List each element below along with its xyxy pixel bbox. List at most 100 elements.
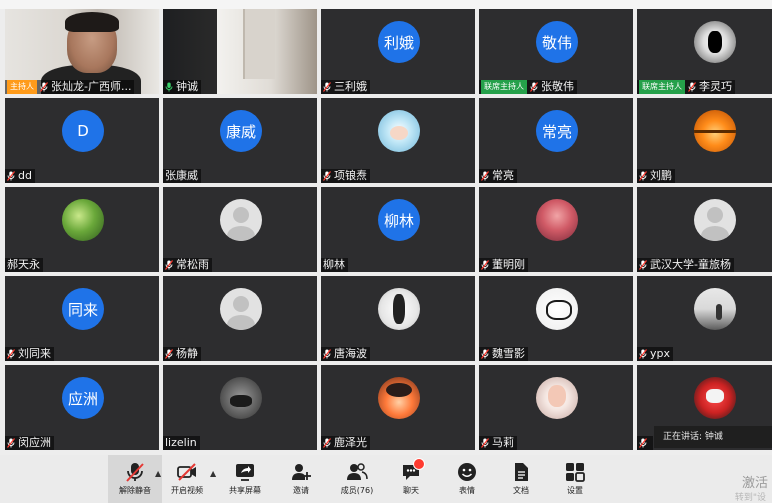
avatar-image bbox=[694, 21, 736, 63]
participant-namebar: 联席主持人 张敬伟 bbox=[479, 80, 577, 94]
invite-button[interactable]: 邀请 bbox=[274, 455, 328, 503]
cohost-badge: 联席主持人 bbox=[639, 80, 685, 94]
participant-name: 常亮 bbox=[492, 169, 514, 182]
mic-muted-icon bbox=[7, 349, 15, 359]
video-off-icon bbox=[176, 461, 198, 483]
avatar-image bbox=[378, 377, 420, 419]
document-icon bbox=[510, 461, 532, 483]
participant-tile[interactable]: 钟诚 bbox=[163, 9, 317, 94]
meeting-toolbar: 解除静音 ▲ 开启视频 ▲ 共享屏幕 邀请 成员(76) 聊天 表情 文档 设置 bbox=[0, 455, 772, 503]
avatar-image bbox=[378, 288, 420, 330]
participant-name: 闵应洲 bbox=[18, 436, 51, 449]
mic-muted-icon bbox=[639, 260, 647, 270]
default-avatar-icon bbox=[220, 288, 262, 330]
avatar-image bbox=[694, 288, 736, 330]
reactions-button[interactable]: 表情 bbox=[440, 455, 494, 503]
avatar-image bbox=[694, 377, 736, 419]
unmute-label: 解除静音 bbox=[119, 486, 151, 495]
participant-namebar: 鹿泽光 bbox=[321, 436, 370, 450]
avatar-initials: 同来 bbox=[62, 288, 104, 330]
participant-namebar: 杨静 bbox=[163, 347, 201, 361]
participant-tile[interactable]: Ddd bbox=[5, 98, 159, 183]
avatar-image bbox=[220, 377, 262, 419]
participant-tile[interactable]: 常亮 常亮 bbox=[479, 98, 633, 183]
emoji-icon bbox=[456, 461, 478, 483]
windows-activation-watermark: 激活 bbox=[741, 476, 768, 491]
participant-tile[interactable]: 刘鹏 bbox=[637, 98, 772, 183]
participant-name: 杨静 bbox=[176, 347, 198, 360]
participant-name: 李灵巧 bbox=[699, 80, 732, 93]
grid-settings-icon bbox=[564, 461, 586, 483]
participant-tile[interactable]: 魏雪影 bbox=[479, 276, 633, 361]
mic-muted-icon bbox=[688, 82, 696, 92]
avatar-initials: 柳林 bbox=[378, 199, 420, 241]
mic-muted-icon bbox=[165, 349, 173, 359]
participant-tile[interactable]: 联席主持人 李灵巧 bbox=[637, 9, 772, 94]
documents-button[interactable]: 文档 bbox=[494, 455, 548, 503]
participant-namebar: 郝天永 bbox=[5, 258, 43, 272]
windows-activation-watermark-sub: 转到"设 bbox=[734, 493, 766, 503]
participant-tile[interactable]: 常松雨 bbox=[163, 187, 317, 272]
participant-tile[interactable]: 武汉大学-童旅杨 bbox=[637, 187, 772, 272]
share-screen-button[interactable]: 共享屏幕 bbox=[218, 455, 272, 503]
chat-icon bbox=[400, 458, 425, 483]
members-button[interactable]: 成员(76) bbox=[330, 455, 384, 503]
participant-tile[interactable]: 利娥 三利娥 bbox=[321, 9, 475, 94]
participant-namebar: 魏雪影 bbox=[479, 347, 528, 361]
participant-tile[interactable]: 康威 张康威 bbox=[163, 98, 317, 183]
members-label: 成员(76) bbox=[340, 486, 374, 495]
participant-namebar bbox=[637, 436, 653, 450]
participant-namebar: 柳林 bbox=[321, 258, 348, 272]
participant-tile[interactable]: 应洲 闵应洲 bbox=[5, 365, 159, 450]
mic-muted-icon bbox=[481, 171, 489, 181]
avatar-image bbox=[694, 110, 736, 152]
participant-name: 张敬伟 bbox=[541, 80, 574, 93]
mic-muted-icon bbox=[7, 438, 15, 448]
avatar-image bbox=[378, 110, 420, 152]
participant-tile[interactable]: ypx bbox=[637, 276, 772, 361]
participant-namebar: ypx bbox=[637, 347, 674, 361]
participant-namebar: 三利娥 bbox=[321, 80, 370, 94]
avatar-image bbox=[62, 199, 104, 241]
participant-tile[interactable]: 柳林 柳林 bbox=[321, 187, 475, 272]
participant-name: 张灿龙-广西师... bbox=[51, 80, 132, 93]
add-user-icon bbox=[290, 461, 312, 483]
unmute-button[interactable]: 解除静音 bbox=[108, 455, 162, 503]
participant-tile[interactable]: 同来 刘同来 bbox=[5, 276, 159, 361]
participant-namebar: 联席主持人 李灵巧 bbox=[637, 80, 735, 94]
mic-muted-icon bbox=[530, 82, 538, 92]
participant-tile[interactable]: 鹿泽光 bbox=[321, 365, 475, 450]
invite-label: 邀请 bbox=[293, 486, 309, 495]
start-video-button[interactable]: 开启视频 bbox=[160, 455, 214, 503]
video-options-caret[interactable]: ▲ bbox=[210, 469, 218, 478]
participant-name: 唐海波 bbox=[334, 347, 367, 360]
participant-tile[interactable]: 杨静 bbox=[163, 276, 317, 361]
chat-button[interactable]: 聊天 bbox=[384, 455, 438, 503]
top-bar bbox=[0, 0, 772, 9]
participant-tile[interactable]: 敬伟 联席主持人 张敬伟 bbox=[479, 9, 633, 94]
settings-button[interactable]: 设置 bbox=[548, 455, 602, 503]
participant-namebar: dd bbox=[5, 169, 35, 183]
participant-name: dd bbox=[18, 169, 32, 182]
participant-tile[interactable]: 唐海波 bbox=[321, 276, 475, 361]
mic-muted-icon bbox=[639, 438, 647, 448]
participant-namebar: 张康威 bbox=[163, 169, 201, 183]
participant-tile[interactable]: 马莉 bbox=[479, 365, 633, 450]
participant-namebar: 董明刚 bbox=[479, 258, 528, 272]
participant-grid: 主持人 张灿龙-广西师... 钟诚 利娥 三利娥 敬伟 联席主持人 张敬伟 联席主持人 李灵巧 Dd… bbox=[5, 9, 772, 450]
cohost-badge: 联席主持人 bbox=[481, 80, 527, 94]
participant-tile[interactable]: 郝天永 bbox=[5, 187, 159, 272]
participant-tile[interactable]: 主持人 张灿龙-广西师... bbox=[5, 9, 159, 94]
avatar-image bbox=[536, 199, 578, 241]
participant-name: 马莉 bbox=[492, 436, 514, 449]
mic-muted-icon bbox=[323, 82, 331, 92]
mic-muted-icon bbox=[639, 349, 647, 359]
participant-name: 郝天永 bbox=[7, 258, 40, 271]
participant-tile[interactable]: 项锒焘 bbox=[321, 98, 475, 183]
participant-name: lizelin bbox=[165, 436, 197, 449]
mic-muted-icon bbox=[165, 260, 173, 270]
host-badge: 主持人 bbox=[7, 80, 37, 94]
participant-name: 柳林 bbox=[323, 258, 345, 271]
participant-tile[interactable]: 董明刚 bbox=[479, 187, 633, 272]
participant-tile[interactable]: lizelin bbox=[163, 365, 317, 450]
